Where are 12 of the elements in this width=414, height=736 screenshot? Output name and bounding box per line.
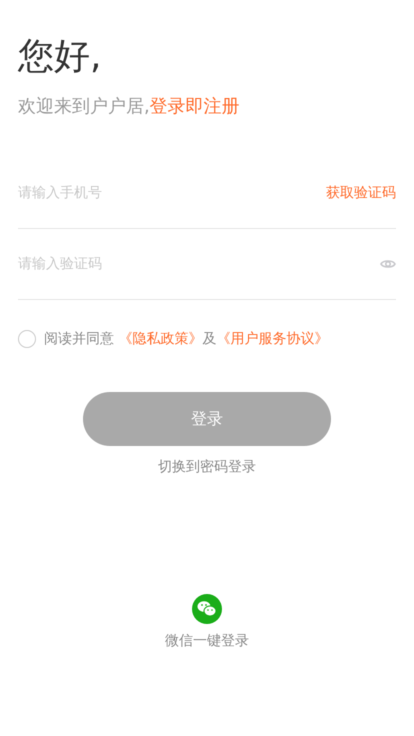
register-link[interactable]: 登录即注册 (150, 96, 240, 117)
eye-icon[interactable] (380, 258, 396, 270)
wechat-login-text[interactable]: 微信一键登录 (165, 632, 249, 650)
password-login-link[interactable]: 切换到密码登录 (158, 458, 256, 476)
chat-bubbles-icon[interactable] (192, 594, 222, 624)
user-agreement-link[interactable]: 《用户服务协议》 (216, 331, 328, 347)
agreement-text: 阅读并同意 《隐私政策》及《用户服务协议》 (44, 330, 328, 348)
agree-checkbox[interactable] (18, 330, 36, 348)
greeting-title: 您好, (18, 35, 102, 79)
get-code-link[interactable]: 获取验证码 (326, 184, 396, 202)
privacy-policy-link[interactable]: 《隐私政策》 (118, 331, 202, 347)
welcome-text: 欢迎来到户户居,登录即注册 (18, 95, 241, 119)
